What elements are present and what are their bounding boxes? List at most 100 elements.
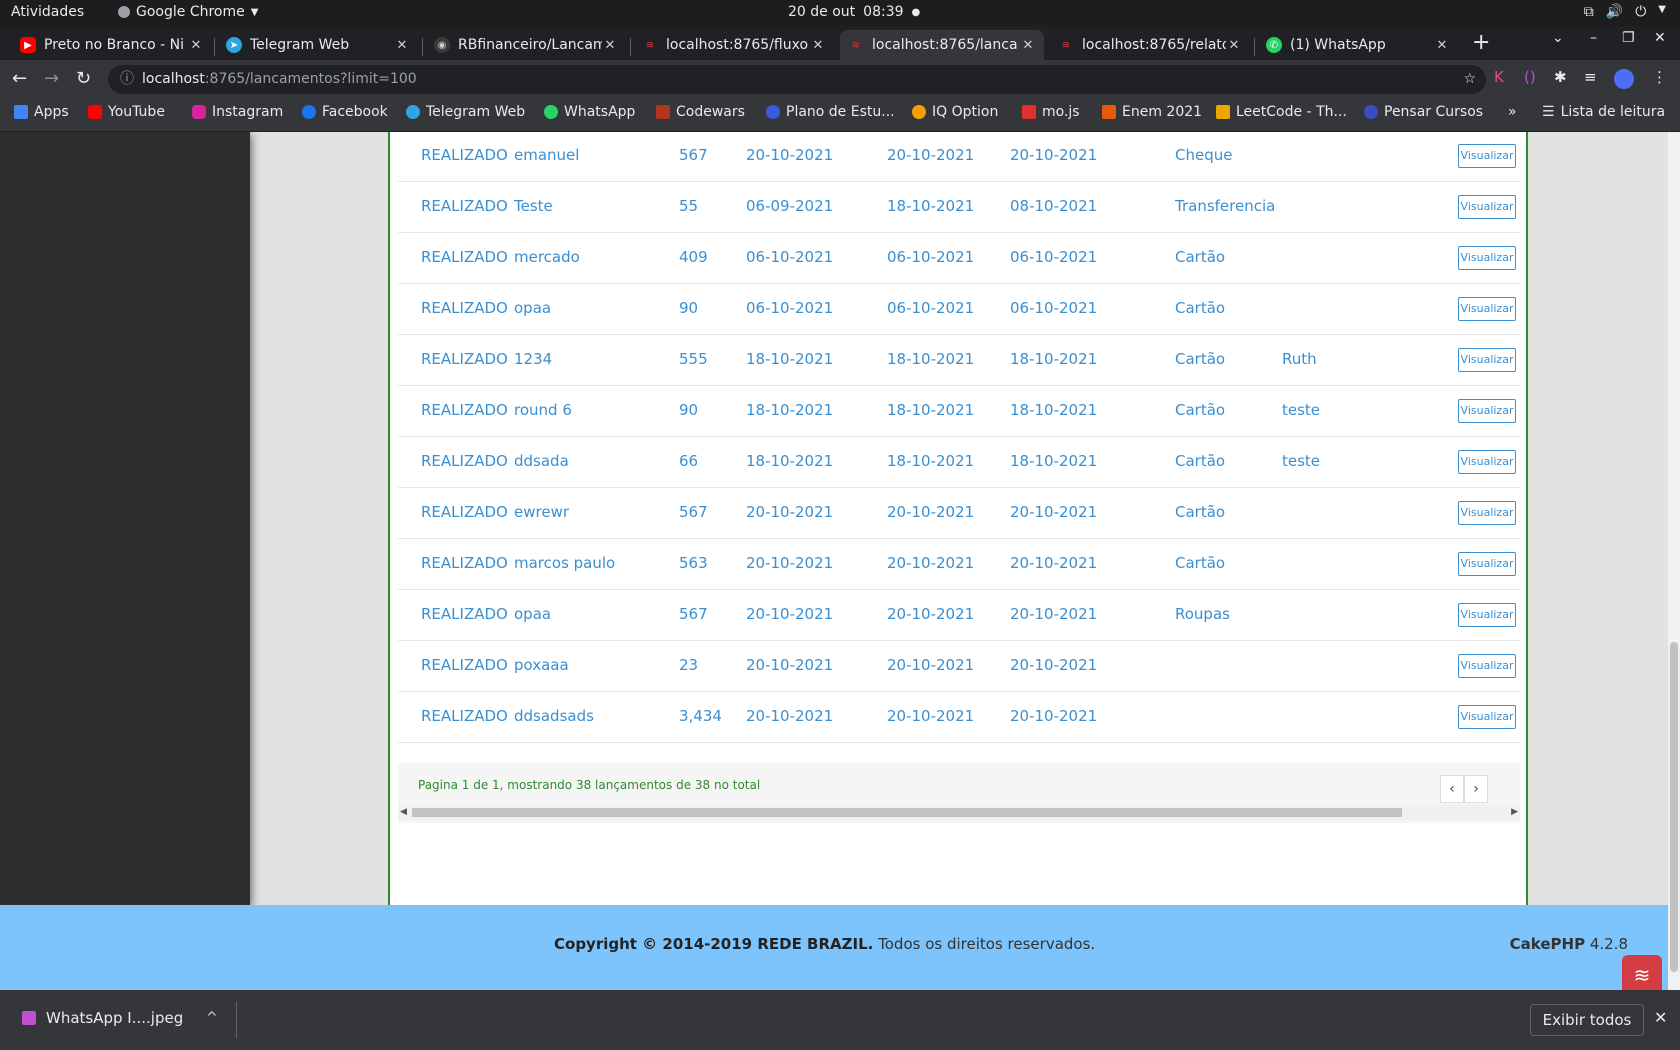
cell-date-3[interactable]: 06-10-2021 — [1010, 248, 1097, 266]
cell-value[interactable]: 3,434 — [679, 707, 722, 725]
bookmark-mojs[interactable]: mo.js — [1022, 104, 1080, 120]
reading-list[interactable]: ☰ Lista de leitura — [1542, 104, 1665, 120]
view-button[interactable]: Visualizar — [1458, 195, 1516, 219]
prev-page-button[interactable]: ‹ — [1440, 775, 1464, 803]
bookmark-apps[interactable]: Apps — [14, 104, 69, 120]
cell-date-2[interactable]: 18-10-2021 — [887, 401, 974, 419]
bookmark-telegram[interactable]: Telegram Web — [406, 104, 525, 120]
cell-date-3[interactable]: 20-10-2021 — [1010, 146, 1097, 164]
cell-date-3[interactable]: 20-10-2021 — [1010, 707, 1097, 725]
cell-date-1[interactable]: 18-10-2021 — [746, 452, 833, 470]
cell-description[interactable]: opaa — [514, 605, 551, 623]
more-menu-icon[interactable]: ⋮ — [1652, 68, 1667, 86]
cell-status[interactable]: REALIZADO — [421, 554, 508, 572]
cell-category[interactable]: Cartão — [1175, 452, 1225, 470]
cell-value[interactable]: 23 — [679, 656, 698, 674]
cell-status[interactable]: REALIZADO — [421, 605, 508, 623]
scroll-right-icon[interactable]: ▶ — [1511, 805, 1518, 820]
cell-date-1[interactable]: 06-10-2021 — [746, 248, 833, 266]
vertical-scrollbar[interactable] — [1668, 132, 1680, 990]
cell-date-3[interactable]: 20-10-2021 — [1010, 605, 1097, 623]
activities-button[interactable]: Atividades — [11, 4, 84, 20]
cell-description[interactable]: marcos paulo — [514, 554, 615, 572]
cell-extra[interactable]: teste — [1282, 401, 1320, 419]
view-button[interactable]: Visualizar — [1458, 144, 1516, 168]
more-bookmarks-icon[interactable]: » — [1508, 104, 1517, 120]
cell-date-3[interactable]: 18-10-2021 — [1010, 401, 1097, 419]
cell-category[interactable]: Cartão — [1175, 248, 1225, 266]
cell-value[interactable]: 563 — [679, 554, 708, 572]
cell-description[interactable]: Teste — [514, 197, 553, 215]
cell-status[interactable]: REALIZADO — [421, 350, 508, 368]
cell-date-1[interactable]: 20-10-2021 — [746, 605, 833, 623]
clock[interactable]: 20 de out 08:39 ● — [788, 4, 920, 20]
address-bar[interactable]: ⓘ localhost:8765/lancamentos?limit=100 ☆ — [108, 65, 1486, 94]
next-page-button[interactable]: › — [1464, 775, 1488, 803]
view-button[interactable]: Visualizar — [1458, 297, 1516, 321]
cell-description[interactable]: poxaaa — [514, 656, 569, 674]
cell-value[interactable]: 567 — [679, 146, 708, 164]
view-button[interactable]: Visualizar — [1458, 348, 1516, 372]
tab-0[interactable]: ▶ Preto no Branco - Ni ✕ — [12, 30, 212, 60]
cakephp-debug-icon[interactable]: ≋ — [1622, 955, 1662, 990]
show-all-button[interactable]: Exibir todos — [1530, 1004, 1644, 1036]
cell-date-2[interactable]: 18-10-2021 — [887, 350, 974, 368]
tab-search-icon[interactable]: ⌄ — [1552, 30, 1564, 46]
tab-2[interactable]: ◉ RBfinanceiro/Lancam ✕ — [426, 30, 626, 60]
cell-value[interactable]: 555 — [679, 350, 708, 368]
cell-date-3[interactable]: 18-10-2021 — [1010, 452, 1097, 470]
close-icon[interactable]: ✕ — [1654, 1008, 1667, 1027]
cell-date-1[interactable]: 20-10-2021 — [746, 656, 833, 674]
cell-date-1[interactable]: 18-10-2021 — [746, 401, 833, 419]
cell-date-2[interactable]: 20-10-2021 — [887, 605, 974, 623]
tab-6[interactable]: ✆ (1) WhatsApp ✕ — [1258, 30, 1458, 60]
cell-description[interactable]: opaa — [514, 299, 551, 317]
cell-date-3[interactable]: 08-10-2021 — [1010, 197, 1097, 215]
cell-date-1[interactable]: 06-10-2021 — [746, 299, 833, 317]
close-icon[interactable]: ✕ — [188, 38, 204, 53]
bookmark-codewars[interactable]: Codewars — [656, 104, 745, 120]
scroll-left-icon[interactable]: ◀ — [400, 805, 407, 820]
cell-category[interactable]: Cartão — [1175, 299, 1225, 317]
view-button[interactable]: Visualizar — [1458, 603, 1516, 627]
extension-brackets-icon[interactable]: () — [1524, 68, 1536, 86]
cell-category[interactable]: Roupas — [1175, 605, 1230, 623]
scroll-thumb[interactable] — [412, 808, 1402, 817]
bookmark-plano[interactable]: Plano de Estu... — [766, 104, 895, 120]
bookmark-pensar[interactable]: Pensar Cursos — [1364, 104, 1483, 120]
bookmark-enem[interactable]: Enem 2021 — [1102, 104, 1202, 120]
cell-description[interactable]: ewrewr — [514, 503, 569, 521]
cell-description[interactable]: ddsadsads — [514, 707, 594, 725]
cell-date-2[interactable]: 18-10-2021 — [887, 452, 974, 470]
view-button[interactable]: Visualizar — [1458, 399, 1516, 423]
cell-date-1[interactable]: 20-10-2021 — [746, 146, 833, 164]
bookmark-youtube[interactable]: YouTube — [88, 104, 165, 120]
app-menu[interactable]: Google Chrome ▼ — [118, 4, 258, 20]
close-icon[interactable]: ✕ — [810, 38, 826, 53]
tab-4[interactable]: ≋ localhost:8765/lanca ✕ — [840, 30, 1044, 60]
cell-status[interactable]: REALIZADO — [421, 452, 508, 470]
cell-date-1[interactable]: 20-10-2021 — [746, 503, 833, 521]
close-icon[interactable]: ✕ — [394, 38, 410, 53]
cell-date-1[interactable]: 20-10-2021 — [746, 554, 833, 572]
scroll-thumb[interactable] — [1670, 642, 1678, 972]
view-button[interactable]: Visualizar — [1458, 654, 1516, 678]
cell-category[interactable]: Cartão — [1175, 401, 1225, 419]
cell-description[interactable]: emanuel — [514, 146, 579, 164]
cell-category[interactable]: Cartão — [1175, 350, 1225, 368]
tab-5[interactable]: ≋ localhost:8765/relato ✕ — [1050, 30, 1250, 60]
cell-value[interactable]: 66 — [679, 452, 698, 470]
view-button[interactable]: Visualizar — [1458, 501, 1516, 525]
minimize-icon[interactable]: – — [1590, 30, 1597, 46]
restore-icon[interactable]: ❐ — [1622, 30, 1635, 46]
cell-status[interactable]: REALIZADO — [421, 503, 508, 521]
cell-value[interactable]: 567 — [679, 605, 708, 623]
cell-date-2[interactable]: 06-10-2021 — [887, 248, 974, 266]
new-tab-button[interactable]: + — [1472, 30, 1490, 55]
bookmark-whatsapp[interactable]: WhatsApp — [544, 104, 635, 120]
cell-date-2[interactable]: 20-10-2021 — [887, 707, 974, 725]
cell-status[interactable]: REALIZADO — [421, 299, 508, 317]
cell-date-2[interactable]: 20-10-2021 — [887, 554, 974, 572]
cell-date-2[interactable]: 20-10-2021 — [887, 146, 974, 164]
system-tray[interactable]: ⧉ 🔊 ⏻ ▼ — [1584, 4, 1666, 20]
